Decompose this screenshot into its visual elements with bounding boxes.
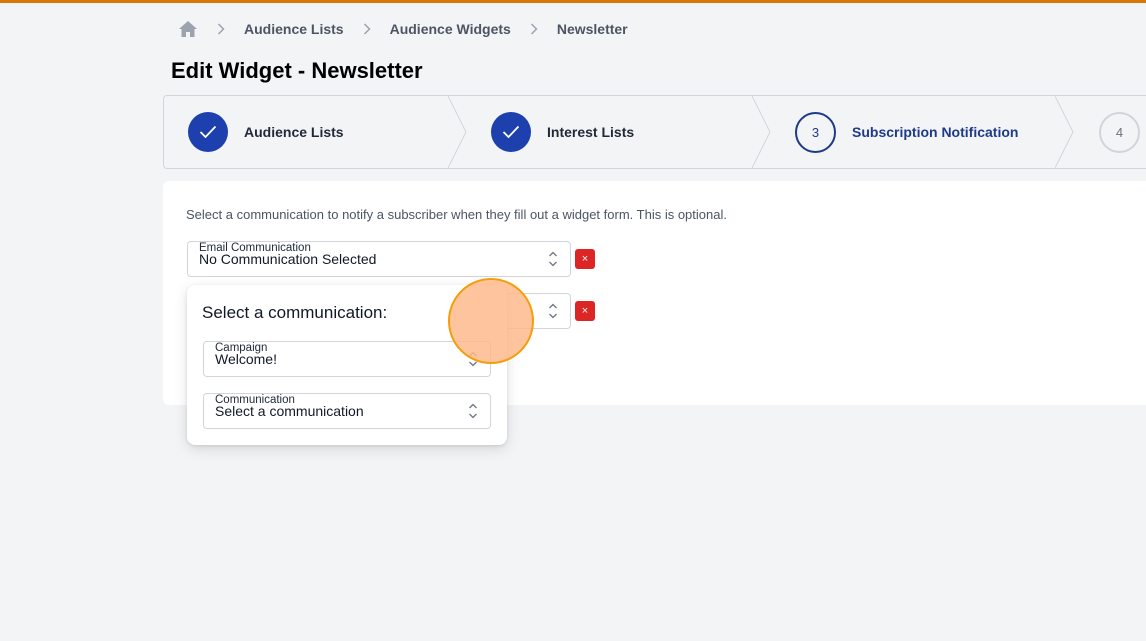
chevron-right-icon	[511, 23, 557, 35]
communication-value: Select a communication	[215, 403, 364, 419]
check-icon	[188, 112, 228, 152]
check-icon	[491, 112, 531, 152]
chevron-right-icon	[198, 23, 244, 35]
step-label: Subscription Notification	[852, 124, 1019, 140]
breadcrumb: Audience Lists Audience Widgets Newslett…	[178, 19, 628, 39]
step-4[interactable]: 4	[1099, 96, 1140, 168]
email-communication-value: No Communication Selected	[199, 251, 377, 267]
step-number: 3	[795, 111, 836, 153]
email-communication-select[interactable]: Email Communication No Communication Sel…	[187, 241, 571, 277]
step-divider	[448, 96, 467, 168]
cursor-highlight	[448, 278, 534, 364]
campaign-select[interactable]: Campaign Welcome!	[203, 341, 491, 377]
stepper: Audience Lists Interest Lists 3 Subscrip…	[163, 95, 1146, 169]
step-interest-lists[interactable]: Interest Lists	[491, 96, 634, 168]
home-icon[interactable]	[178, 19, 198, 39]
breadcrumb-audience-widgets[interactable]: Audience Widgets	[390, 21, 511, 37]
popover-title: Select a communication:	[202, 303, 388, 322]
step-audience-lists[interactable]: Audience Lists	[188, 96, 344, 168]
breadcrumb-audience-lists[interactable]: Audience Lists	[244, 21, 344, 37]
step-number: 4	[1099, 111, 1140, 153]
notification-description: Select a communication to notify a subsc…	[186, 207, 727, 222]
breadcrumb-newsletter[interactable]: Newsletter	[557, 21, 628, 37]
campaign-value: Welcome!	[215, 351, 277, 367]
communication-select[interactable]: Communication Select a communication	[203, 393, 491, 429]
chevron-up-down-icon	[469, 403, 477, 419]
step-divider	[1055, 96, 1074, 168]
chevron-up-down-icon	[549, 251, 557, 267]
remove-secondary-communication-button[interactable]: ×	[575, 301, 595, 321]
step-label: Audience Lists	[244, 124, 344, 140]
chevron-up-down-icon	[549, 303, 557, 319]
top-accent-bar	[0, 0, 1146, 3]
step-subscription-notification[interactable]: 3 Subscription Notification	[795, 96, 1018, 168]
page-title: Edit Widget - Newsletter	[171, 58, 423, 83]
step-divider	[752, 96, 771, 168]
chevron-right-icon	[344, 23, 390, 35]
step-label: Interest Lists	[547, 124, 635, 140]
remove-email-communication-button[interactable]: ×	[575, 249, 595, 269]
